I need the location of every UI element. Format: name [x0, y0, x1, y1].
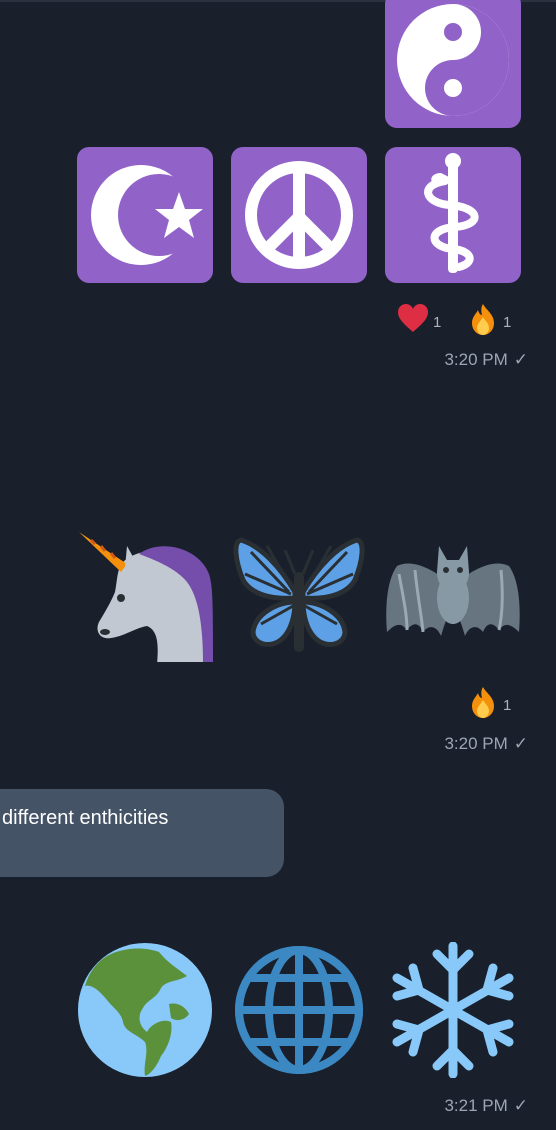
- staff-of-aesculapius-emoji[interactable]: [385, 147, 521, 283]
- snowflake-emoji[interactable]: [385, 942, 521, 1078]
- red-heart-icon: [398, 304, 428, 332]
- bat-emoji[interactable]: [385, 526, 521, 662]
- sent-check-icon: ✓: [513, 350, 528, 369]
- message-text: different enthicities: [2, 807, 169, 829]
- reaction-count: 1: [503, 696, 512, 714]
- globe-americas-emoji[interactable]: [77, 942, 213, 1078]
- peace-symbol-emoji[interactable]: [231, 147, 367, 283]
- sent-check-icon: ✓: [513, 734, 528, 753]
- fire-icon: [472, 304, 494, 335]
- message-timestamp: 3:21 PM ✓: [444, 1096, 528, 1116]
- time-label: 3:20 PM: [444, 350, 508, 369]
- reaction-fire[interactable]: 1: [466, 684, 511, 720]
- star-and-crescent-emoji[interactable]: [77, 147, 213, 283]
- time-label: 3:21 PM: [444, 1096, 508, 1115]
- butterfly-emoji[interactable]: [231, 526, 367, 662]
- yin-yang-emoji[interactable]: [385, 0, 521, 128]
- globe-with-meridians-emoji[interactable]: [231, 942, 367, 1078]
- incoming-message-bubble[interactable]: different enthicities: [0, 789, 284, 877]
- reaction-fire[interactable]: 1: [466, 301, 511, 337]
- time-label: 3:20 PM: [444, 734, 508, 753]
- message-timestamp: 3:20 PM ✓: [444, 734, 528, 754]
- reaction-count: 1: [433, 313, 442, 331]
- reaction-heart[interactable]: 1: [396, 301, 441, 337]
- reaction-count: 1: [503, 313, 512, 331]
- message-timestamp: 3:20 PM ✓: [444, 350, 528, 370]
- sent-check-icon: ✓: [513, 1096, 528, 1115]
- fire-icon: [472, 687, 494, 718]
- unicorn-emoji[interactable]: [77, 526, 213, 662]
